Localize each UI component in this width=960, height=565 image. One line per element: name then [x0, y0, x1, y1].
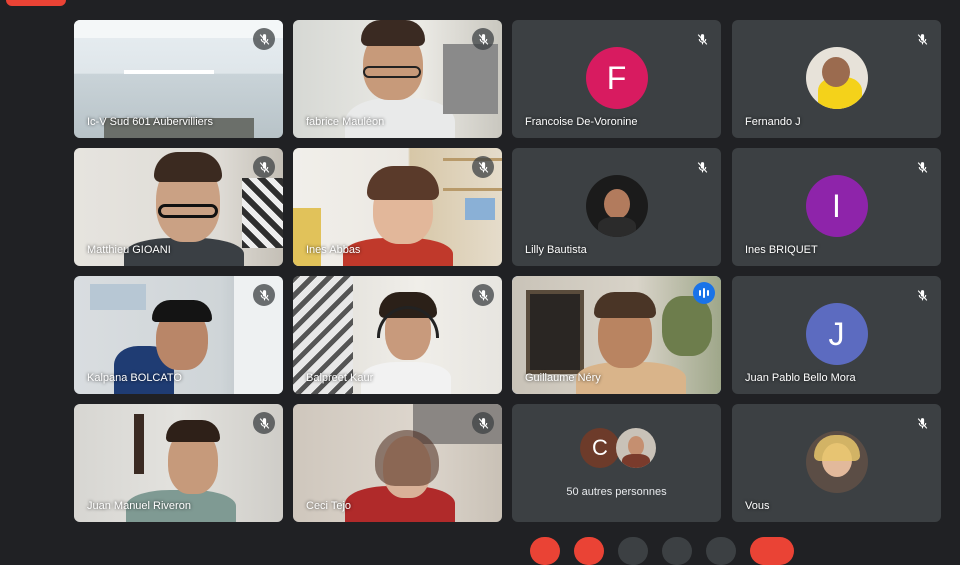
mic-toggle-button[interactable]: [530, 537, 560, 565]
participant-name: Fernando J: [745, 116, 801, 128]
mic-off-icon: [472, 412, 494, 434]
mic-off-icon: [911, 156, 933, 178]
participant-name: Ic-V Sud 601 Aubervilliers: [87, 116, 213, 128]
participant-name: fabrice Mauléon: [306, 116, 385, 128]
participant-tile-8[interactable]: I Ines BRIQUET: [732, 148, 941, 266]
participant-tile-1[interactable]: Ic-V Sud 601 Aubervilliers: [74, 20, 283, 138]
avatar: F: [585, 47, 648, 109]
mic-off-icon: [472, 156, 494, 178]
more-options-button[interactable]: [706, 537, 736, 565]
participant-tile-6[interactable]: Ines Abbas: [293, 148, 502, 266]
leave-call-button[interactable]: [750, 537, 794, 565]
top-status-badge: [6, 0, 66, 6]
participant-tile-7[interactable]: Lilly Bautista: [512, 148, 721, 266]
participant-tile-5[interactable]: Matthieu GIOANI: [74, 148, 283, 266]
avatar: [616, 428, 656, 468]
participant-name: Kalpana BOLCATO: [87, 372, 182, 384]
mic-off-icon: [253, 28, 275, 50]
mic-off-icon: [253, 156, 275, 178]
raise-hand-button[interactable]: [662, 537, 692, 565]
avatar: I: [805, 175, 868, 237]
captions-button[interactable]: [618, 537, 648, 565]
participant-tile-11[interactable]: Guillaume Néry: [512, 276, 721, 394]
participant-tile-self[interactable]: Vous: [732, 404, 941, 522]
mic-off-icon: [472, 28, 494, 50]
mic-off-icon: [472, 284, 494, 306]
participant-tile-13[interactable]: Juan Manuel Riveron: [74, 404, 283, 522]
participant-tile-12[interactable]: J Juan Pablo Bello Mora: [732, 276, 941, 394]
avatar: C: [580, 428, 620, 468]
participant-name: Ines Abbas: [306, 244, 361, 256]
participant-tile-4[interactable]: Fernando J: [732, 20, 941, 138]
mic-off-icon: [911, 28, 933, 50]
participant-name: Juan Manuel Riveron: [87, 500, 191, 512]
avatar: [585, 175, 648, 237]
mic-off-icon: [911, 412, 933, 434]
mic-off-icon: [253, 284, 275, 306]
participant-tile-3[interactable]: F Francoise De-Voronine: [512, 20, 721, 138]
avatar: [805, 431, 868, 493]
participant-name: Francoise De-Voronine: [525, 116, 638, 128]
mic-off-icon: [253, 412, 275, 434]
camera-toggle-button[interactable]: [574, 537, 604, 565]
avatar: [805, 47, 868, 109]
participant-tile-10[interactable]: Balpreet Kaur: [293, 276, 502, 394]
participant-tile-14[interactable]: Ceci Tejo: [293, 404, 502, 522]
avatar: J: [805, 303, 868, 365]
participant-name: Matthieu GIOANI: [87, 244, 171, 256]
participant-name: Ines BRIQUET: [745, 244, 818, 256]
participant-tile-2[interactable]: fabrice Mauléon: [293, 20, 502, 138]
participant-name: Vous: [745, 500, 770, 512]
mic-off-icon: [691, 28, 713, 50]
participant-tile-9[interactable]: Kalpana BOLCATO: [74, 276, 283, 394]
participant-name: Balpreet Kaur: [306, 372, 374, 384]
participant-name: Guillaume Néry: [525, 372, 601, 384]
participant-name: Ceci Tejo: [306, 500, 352, 512]
speaking-indicator-icon: [693, 282, 715, 304]
mic-off-icon: [911, 284, 933, 306]
mic-off-icon: [691, 156, 713, 178]
participant-name: Juan Pablo Bello Mora: [745, 372, 856, 384]
participant-name: Lilly Bautista: [525, 244, 587, 256]
more-participants-tile[interactable]: C 50 autres personnes: [512, 404, 721, 522]
more-participants-label: 50 autres personnes: [566, 486, 667, 498]
